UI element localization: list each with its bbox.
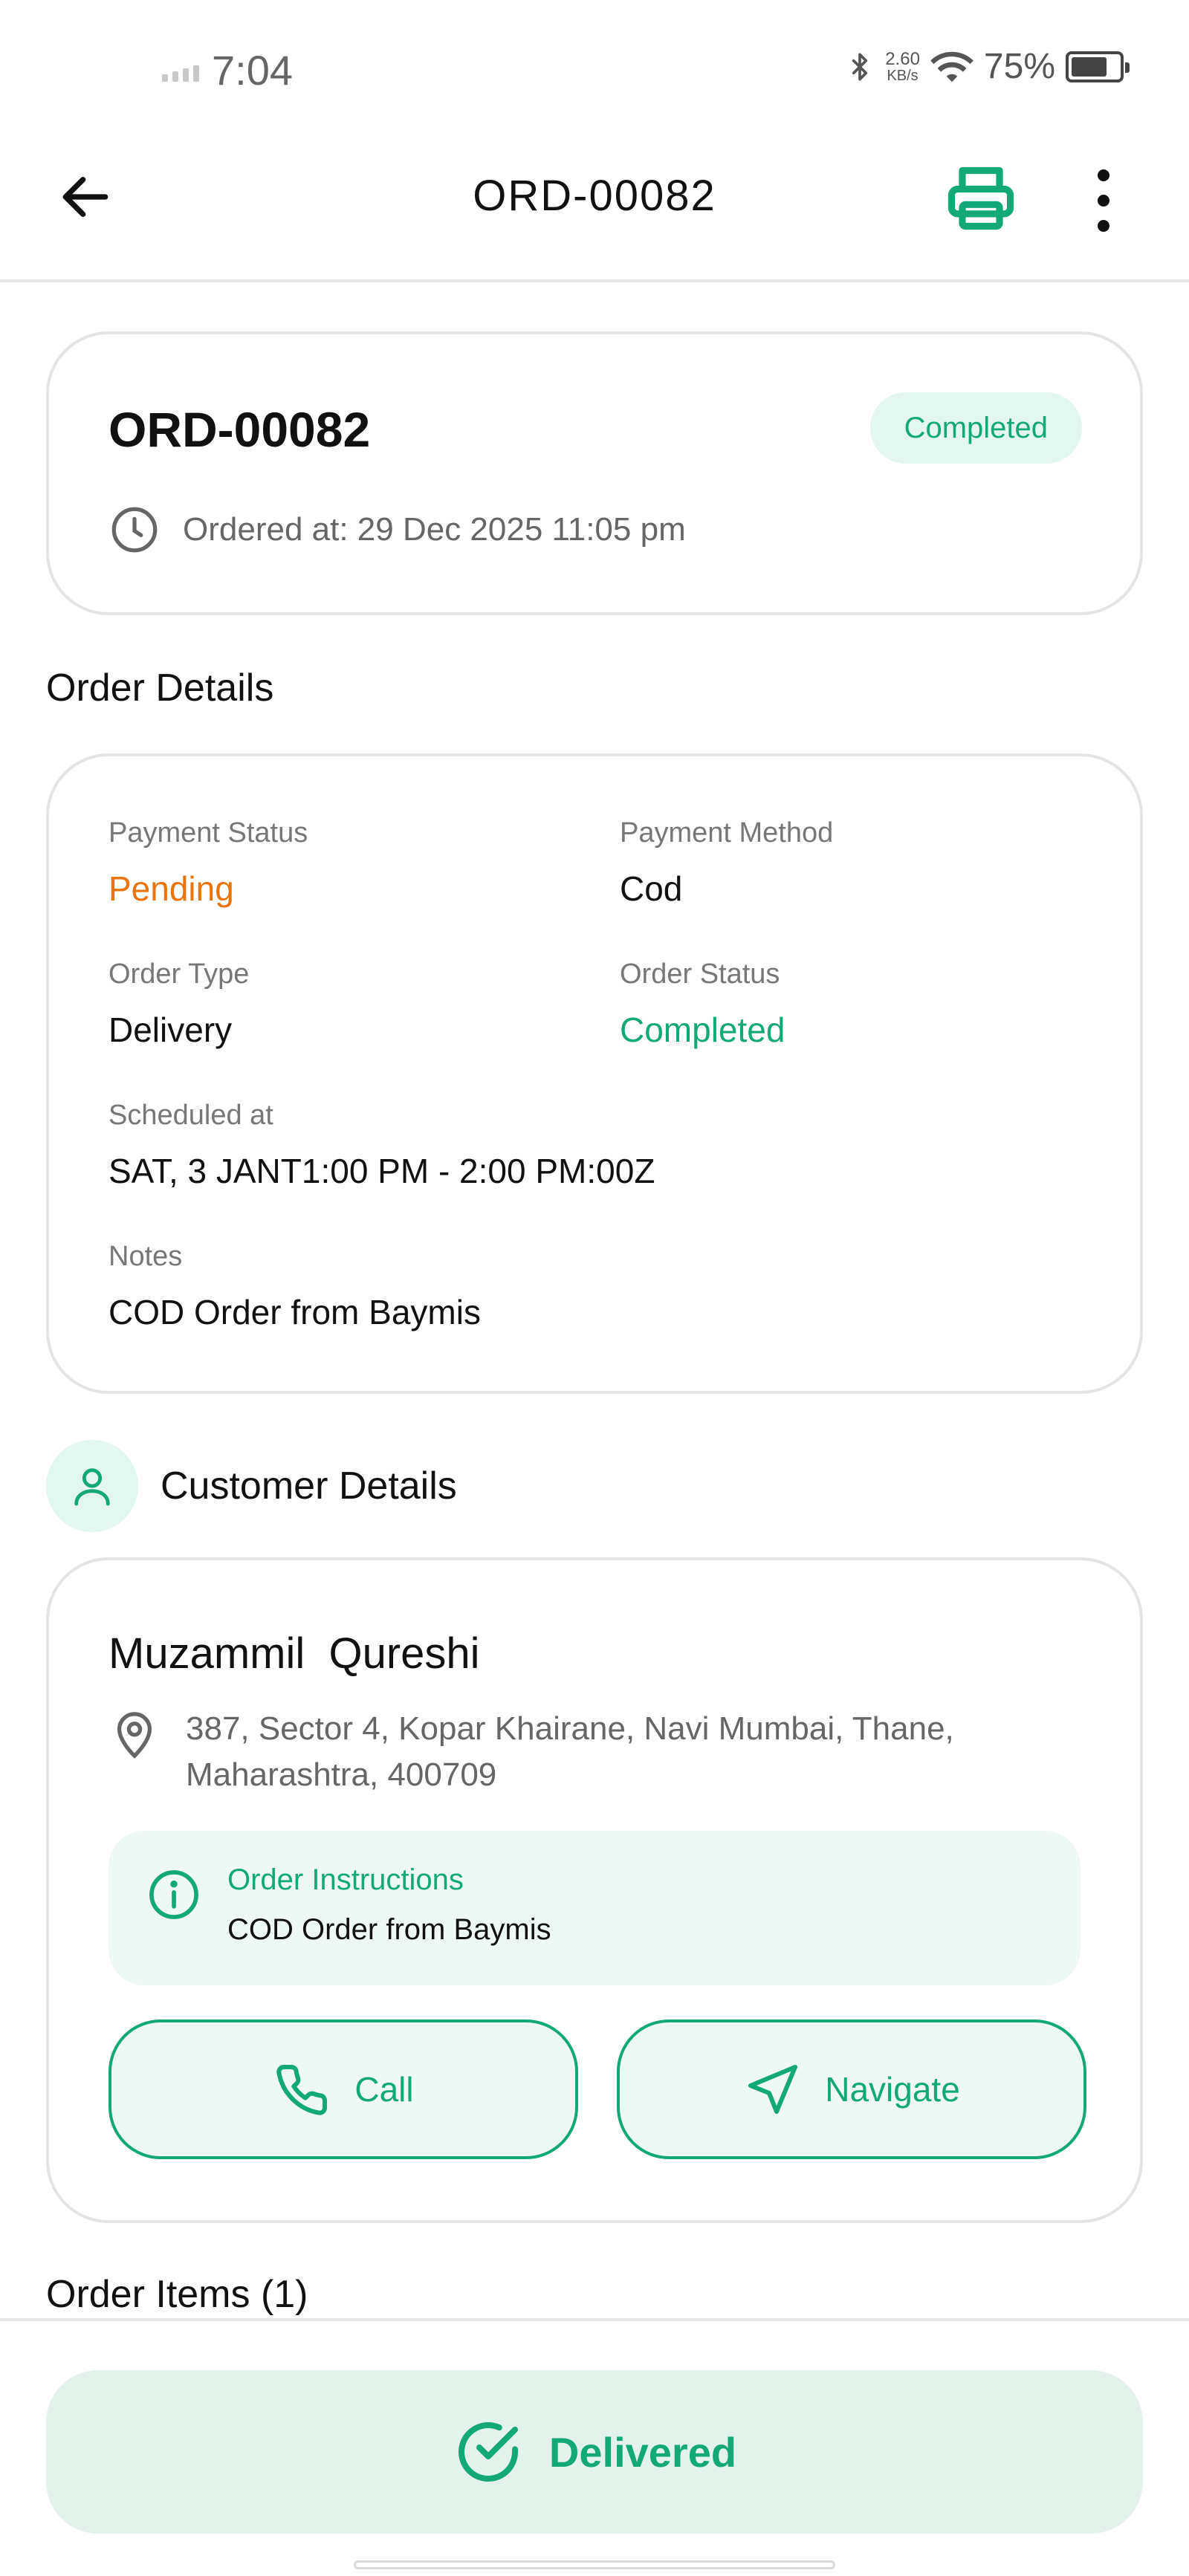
payment-status-value: Pending	[108, 869, 234, 908]
call-label: Call	[354, 2070, 414, 2109]
payment-status-field: Payment Status Pending	[108, 817, 308, 909]
person-icon	[74, 1468, 110, 1506]
status-time: 7:04	[212, 47, 293, 94]
clock-icon	[111, 507, 158, 553]
more-vert-icon	[1098, 169, 1109, 181]
payment-status-label: Payment Status	[108, 817, 308, 849]
net-speed-unit: KB/s	[887, 67, 919, 84]
scheduled-label: Scheduled at	[108, 1100, 273, 1131]
ordered-at-text: Ordered at: 29 Dec 2025 11:05 pm	[183, 511, 686, 548]
order-type-value: Delivery	[108, 1010, 233, 1049]
status-right: 2.60 KB/s 75%	[845, 46, 1130, 87]
order-status-label: Order Status	[620, 958, 780, 990]
battery-fill	[1072, 56, 1107, 77]
phone-icon	[276, 2064, 328, 2115]
bluetooth-icon	[852, 53, 868, 80]
more-options-button[interactable]	[1070, 163, 1137, 238]
payment-method-label: Payment Method	[620, 817, 834, 849]
order-details-title: Order Details	[46, 666, 274, 710]
address-row: 387, Sector 4, Kopar Khairane, Navi Mumb…	[108, 1706, 1081, 1797]
delivered-button[interactable]: Delivered	[46, 2370, 1143, 2534]
navigate-label: Navigate	[825, 2070, 960, 2109]
order-instructions-box: Order Instructions COD Order from Baymis	[108, 1831, 1081, 1985]
navigation-icon	[748, 2065, 798, 2114]
avatar	[46, 1440, 138, 1532]
app-bar: ORD-00082	[0, 134, 1189, 282]
payment-method-value: Cod	[620, 869, 683, 908]
navigate-button[interactable]: Navigate	[617, 2019, 1086, 2159]
content-scroll[interactable]: ORD-00082 Completed Ordered at: 29 Dec 2…	[0, 285, 1189, 2318]
payment-method-field: Payment Method Cod	[620, 817, 833, 909]
check-circle-icon	[458, 2422, 518, 2482]
customer-name: Muzammil Qureshi	[108, 1629, 480, 1678]
notes-label: Notes	[108, 1241, 183, 1272]
signal-icon	[162, 65, 199, 82]
info-icon	[149, 1870, 198, 1919]
order-type-label: Order Type	[108, 958, 250, 990]
status-bar: 7:04 2.60 KB/s 75%	[0, 0, 1189, 134]
order-id: ORD-00082	[108, 402, 371, 457]
notes-field: Notes COD Order from Baymis	[108, 1241, 481, 1332]
notes-value: COD Order from Baymis	[108, 1293, 481, 1331]
customer-card: Muzammil Qureshi 387, Sector 4, Kopar Kh…	[46, 1557, 1143, 2223]
battery-icon	[1066, 51, 1130, 82]
printer-icon	[947, 166, 1014, 230]
home-indicator	[354, 2560, 835, 2569]
battery-percent: 75%	[983, 47, 1055, 86]
delivered-label: Delivered	[548, 2428, 737, 2476]
order-items-title: Order Items (1)	[46, 2273, 308, 2316]
order-header-card: ORD-00082 Completed Ordered at: 29 Dec 2…	[46, 331, 1143, 615]
location-pin-icon	[117, 1712, 152, 1759]
instructions-title: Order Instructions	[227, 1863, 464, 1896]
scheduled-field: Scheduled at SAT, 3 JANT1:00 PM - 2:00 P…	[108, 1100, 655, 1191]
status-badge: Completed	[869, 392, 1082, 464]
print-button[interactable]	[940, 158, 1022, 239]
customer-details-title: Customer Details	[161, 1464, 457, 1508]
order-type-field: Order Type Delivery	[108, 958, 249, 1050]
order-status-field: Order Status Completed	[620, 958, 785, 1050]
wifi-icon	[930, 51, 973, 82]
net-speed: 2.60 KB/s	[885, 48, 920, 84]
instructions-text: COD Order from Baymis	[227, 1913, 551, 1946]
net-speed-value: 2.60	[885, 48, 920, 69]
call-button[interactable]: Call	[108, 2019, 578, 2159]
bottom-action-bar: Delivered	[0, 2318, 1189, 2576]
scheduled-value: SAT, 3 JANT1:00 PM - 2:00 PM:00Z	[108, 1152, 655, 1190]
ordered-at-row: Ordered at: 29 Dec 2025 11:05 pm	[108, 504, 686, 556]
customer-details-header: Customer Details	[46, 1440, 457, 1532]
order-details-card: Payment Status Pending Payment Method Co…	[46, 753, 1143, 1394]
customer-address: 387, Sector 4, Kopar Khairane, Navi Mumb…	[186, 1710, 954, 1793]
order-status-value: Completed	[620, 1010, 785, 1049]
